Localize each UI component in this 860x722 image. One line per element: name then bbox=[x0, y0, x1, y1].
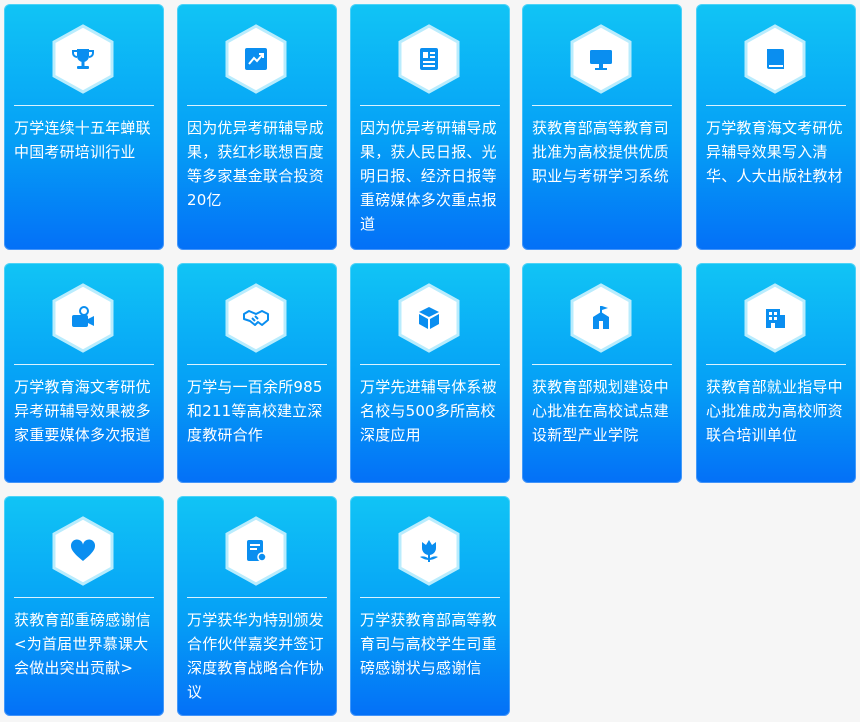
honor-card: 万学与一百余所985和211等高校建立深度教研合作 bbox=[177, 263, 337, 483]
honor-text: 获教育部重磅感谢信<为首届世界慕课大会做出突出贡献> bbox=[14, 611, 151, 677]
honor-text: 因为优异考研辅导成果，获红杉联想百度等多家基金联合投资20亿 bbox=[187, 119, 324, 209]
video-camera-icon bbox=[51, 283, 115, 353]
handshake-icon bbox=[224, 283, 288, 353]
newspaper-icon bbox=[397, 24, 461, 94]
honor-card: 万学连续十五年蝉联中国考研培训行业 bbox=[4, 4, 164, 250]
trophy-icon bbox=[51, 24, 115, 94]
divider bbox=[14, 364, 154, 365]
divider bbox=[187, 597, 327, 598]
divider bbox=[360, 364, 500, 365]
heart-icon bbox=[51, 516, 115, 586]
honor-text: 万学连续十五年蝉联中国考研培训行业 bbox=[14, 119, 151, 161]
divider bbox=[360, 105, 500, 106]
divider bbox=[14, 597, 154, 598]
divider bbox=[187, 105, 327, 106]
divider bbox=[706, 364, 846, 365]
honor-card: 获教育部规划建设中心批准在高校试点建设新型产业学院 bbox=[522, 263, 682, 483]
honor-card: 因为优异考研辅导成果，获红杉联想百度等多家基金联合投资20亿 bbox=[177, 4, 337, 250]
certificate-icon bbox=[224, 516, 288, 586]
chart-up-icon bbox=[224, 24, 288, 94]
honor-card: 万学教育海文考研优异辅导效果写入清华、人大出版社教材 bbox=[696, 4, 856, 250]
honor-text: 万学教育海文考研优异考研辅导效果被多家重要媒体多次报道 bbox=[14, 378, 151, 444]
honor-text: 万学获教育部高等教育司与高校学生司重磅感谢状与感谢信 bbox=[360, 611, 497, 677]
honor-text: 万学教育海文考研优异辅导效果写入清华、人大出版社教材 bbox=[706, 119, 843, 185]
monitor-icon bbox=[569, 24, 633, 94]
divider bbox=[14, 105, 154, 106]
divider bbox=[532, 364, 672, 365]
cube-icon bbox=[397, 283, 461, 353]
honor-text: 获教育部高等教育司批准为高校提供优质职业与考研学习系统 bbox=[532, 119, 669, 185]
honor-card: 因为优异考研辅导成果，获人民日报、光明日报、经济日报等重磅媒体多次重点报道 bbox=[350, 4, 510, 250]
building-icon bbox=[743, 283, 807, 353]
tulip-icon bbox=[397, 516, 461, 586]
divider bbox=[532, 105, 672, 106]
school-icon bbox=[569, 283, 633, 353]
honor-text: 获教育部规划建设中心批准在高校试点建设新型产业学院 bbox=[532, 378, 669, 444]
honor-card: 万学先进辅导体系被名校与500多所高校深度应用 bbox=[350, 263, 510, 483]
honor-card: 获教育部就业指导中心批准成为高校师资联合培训单位 bbox=[696, 263, 856, 483]
honor-card: 获教育部重磅感谢信<为首届世界慕课大会做出突出贡献> bbox=[4, 496, 164, 716]
divider bbox=[187, 364, 327, 365]
divider bbox=[706, 105, 846, 106]
honor-card: 万学教育海文考研优异考研辅导效果被多家重要媒体多次报道 bbox=[4, 263, 164, 483]
book-icon bbox=[743, 24, 807, 94]
honor-card: 获教育部高等教育司批准为高校提供优质职业与考研学习系统 bbox=[522, 4, 682, 250]
honor-text: 万学与一百余所985和211等高校建立深度教研合作 bbox=[187, 378, 323, 444]
honor-card: 万学获华为特别颁发合作伙伴嘉奖并签订深度教育战略合作协议 bbox=[177, 496, 337, 716]
honor-card: 万学获教育部高等教育司与高校学生司重磅感谢状与感谢信 bbox=[350, 496, 510, 716]
honor-text: 万学先进辅导体系被名校与500多所高校深度应用 bbox=[360, 378, 497, 444]
divider bbox=[360, 597, 500, 598]
honor-text: 万学获华为特别颁发合作伙伴嘉奖并签订深度教育战略合作协议 bbox=[187, 611, 324, 701]
honor-text: 获教育部就业指导中心批准成为高校师资联合培训单位 bbox=[706, 378, 843, 444]
honor-text: 因为优异考研辅导成果，获人民日报、光明日报、经济日报等重磅媒体多次重点报道 bbox=[360, 119, 497, 233]
